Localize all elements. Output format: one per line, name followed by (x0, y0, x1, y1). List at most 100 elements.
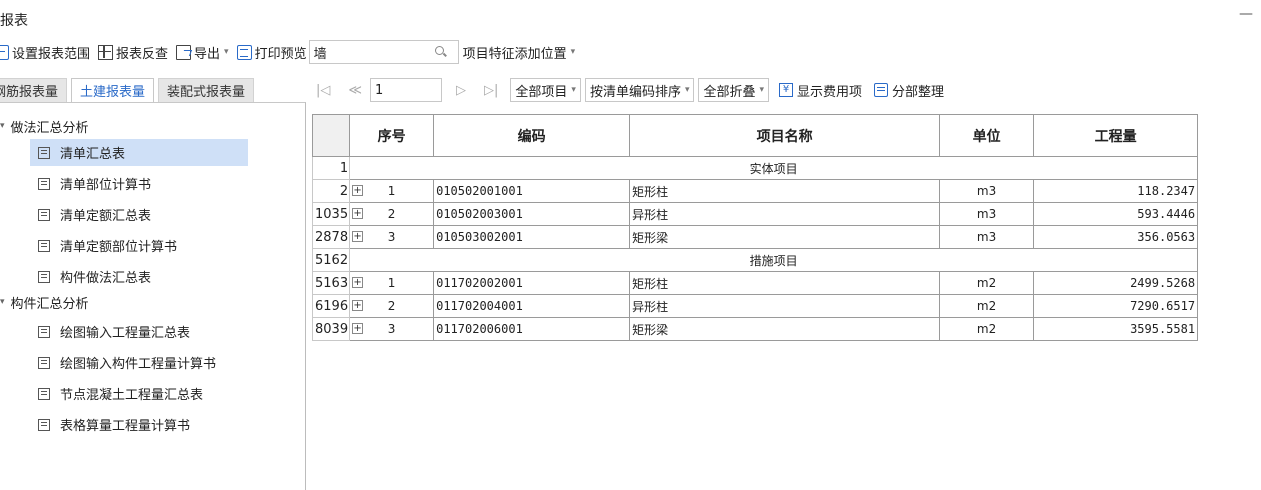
seq-cell: +3 (349, 225, 435, 249)
tree-item-component-method[interactable]: 构件做法汇总表 (30, 263, 248, 290)
page-nav-bar: |◁ ≪ ▷ ▷| 全部项目 ▾ 按清单编码排序 ▾ 全部折叠 ▾ ¥ 显示费用… (316, 76, 1261, 104)
yen-icon: ¥ (779, 83, 794, 97)
minimize-icon[interactable]: — (1239, 6, 1253, 22)
name-cell: 矩形柱 (629, 179, 941, 203)
table-row[interactable]: 1035 +2 010502003001 异形柱 m3 593.4446 (311, 202, 1199, 226)
tree-group-label: 做法汇总分析 (10, 120, 89, 136)
export-button[interactable]: 导出 ▾ (176, 43, 229, 62)
tab-label: 钢筋报表量 (0, 85, 59, 100)
expand-plus-icon[interactable]: + (352, 300, 364, 311)
unit-cell: m2 (939, 317, 1035, 341)
tree-item-label: 构件做法汇总表 (60, 271, 152, 286)
feature-position-dropdown[interactable]: 项目特征添加位置 ▾ (463, 43, 576, 62)
print-preview-button[interactable]: 打印预览 (236, 43, 307, 62)
unit-cell: m3 (939, 202, 1035, 226)
row-number: 2 (311, 179, 351, 203)
unit-cell: m3 (939, 225, 1035, 249)
show-fee-button[interactable]: ¥ 显示费用项 (779, 81, 862, 100)
report-check-label: 报表反查 (116, 46, 169, 62)
expand-plus-icon[interactable]: + (352, 323, 364, 334)
name-cell: 矩形柱 (629, 271, 941, 295)
column-header-qty[interactable]: 工程量 (1033, 114, 1199, 157)
scope-dropdown[interactable]: 全部项目 ▾ (510, 78, 581, 102)
table-row[interactable]: 5163 +1 011702002001 矩形柱 m2 2499.5268 (311, 271, 1199, 295)
qty-cell: 356.0563 (1033, 225, 1199, 249)
sort-dropdown[interactable]: 按清单编码排序 ▾ (584, 78, 695, 102)
table-header-row: 序号 编码 项目名称 单位 工程量 (311, 114, 1199, 157)
seq-value: 2 (387, 207, 396, 221)
tree-item-node-concrete[interactable]: 节点混凝土工程量汇总表 (30, 380, 248, 407)
collapse-arrow-icon[interactable]: ▾ (0, 121, 5, 131)
section-row[interactable]: 5162 措施项目 (311, 248, 1199, 272)
seq-value: 3 (387, 322, 396, 336)
expand-plus-icon[interactable]: + (352, 185, 364, 196)
last-page-icon[interactable]: ▷| (484, 83, 498, 98)
qty-cell: 7290.6517 (1033, 294, 1199, 318)
table-row[interactable]: 6196 +2 011702004001 异形柱 m2 7290.6517 (311, 294, 1199, 318)
chevron-down-icon: ▾ (570, 47, 576, 57)
set-range-button[interactable]: 设置报表范围 (0, 43, 90, 62)
tab-rebar-report[interactable]: 钢筋报表量 (0, 78, 68, 102)
tree-item-drawing-summary[interactable]: 绘图输入工程量汇总表 (30, 318, 248, 345)
tree-item-drawing-component[interactable]: 绘图输入构件工程量计算书 (30, 349, 248, 376)
first-page-icon[interactable]: |◁ (316, 83, 330, 98)
tree-item-label: 清单定额汇总表 (60, 209, 152, 224)
prev-page-icon[interactable]: ≪ (348, 83, 362, 98)
tree-item-bill-quota-summary[interactable]: 清单定额汇总表 (30, 201, 248, 228)
tree-item-bill-summary[interactable]: 清单汇总表 (30, 139, 248, 166)
search-input[interactable] (309, 41, 435, 63)
tree-item-label: 节点混凝土工程量汇总表 (60, 388, 204, 403)
expand-plus-icon[interactable]: + (352, 277, 364, 288)
tab-civil-report[interactable]: 土建报表量 (71, 78, 155, 102)
table-row[interactable]: 2878 +3 010503002001 矩形梁 m3 356.0563 (311, 225, 1199, 249)
seq-value: 2 (387, 299, 396, 313)
chevron-down-icon: ▾ (759, 85, 765, 95)
chevron-down-icon: ▾ (684, 85, 690, 95)
seq-cell: +1 (349, 271, 435, 295)
fold-label: 全部折叠 (703, 84, 756, 100)
tree-item-table-calc[interactable]: 表格算量工程量计算书 (30, 411, 248, 438)
report-check-button[interactable]: 报表反查 (98, 43, 168, 62)
column-header-name[interactable]: 项目名称 (629, 114, 941, 157)
section-title: 措施项目 (349, 248, 1199, 272)
name-cell: 矩形梁 (629, 317, 941, 341)
column-header-unit[interactable]: 单位 (939, 114, 1035, 157)
section-arrange-button[interactable]: 分部整理 (874, 81, 944, 100)
tab-prefab-report[interactable]: 装配式报表量 (158, 78, 255, 102)
export-label: 导出 (194, 46, 221, 62)
collapse-arrow-icon[interactable]: ▾ (0, 297, 5, 307)
feature-position-label: 项目特征添加位置 (462, 46, 567, 62)
print-preview-label: 打印预览 (254, 46, 307, 62)
column-header-code[interactable]: 编码 (433, 114, 631, 157)
tree-item-label: 表格算量工程量计算书 (60, 419, 191, 434)
expand-plus-icon[interactable]: + (352, 208, 364, 219)
column-header-seq[interactable]: 序号 (349, 114, 435, 157)
tree-group-method-summary[interactable]: ▾ 做法汇总分析 (0, 115, 89, 137)
row-number: 2878 (311, 225, 351, 249)
name-cell: 异形柱 (629, 202, 941, 226)
qty-cell: 3595.5581 (1033, 317, 1199, 341)
corner-cell (311, 114, 351, 157)
report-grid: 序号 编码 项目名称 单位 工程量 1 实体项目 2 +1 0105020010… (311, 114, 1199, 341)
tree-item-label: 绘图输入构件工程量计算书 (60, 357, 217, 372)
expand-plus-icon[interactable]: + (352, 231, 364, 242)
grid-icon (98, 44, 114, 60)
tree-item-bill-quota-location[interactable]: 清单定额部位计算书 (30, 232, 248, 259)
scope-label: 全部项目 (515, 84, 568, 100)
next-page-icon[interactable]: ▷ (456, 83, 466, 98)
document-icon (38, 270, 50, 283)
fold-dropdown[interactable]: 全部折叠 ▾ (698, 78, 770, 102)
tree-item-bill-location[interactable]: 清单部位计算书 (30, 170, 248, 197)
show-fee-label: 显示费用项 (797, 84, 863, 100)
seq-value: 3 (387, 230, 396, 244)
document-icon (38, 239, 50, 252)
document-icon (38, 325, 50, 338)
section-arrange-label: 分部整理 (892, 84, 945, 100)
seq-cell: +2 (349, 294, 435, 318)
search-icon[interactable] (434, 46, 447, 58)
table-row[interactable]: 2 +1 010502001001 矩形柱 m3 118.2347 (311, 179, 1199, 203)
page-number-input[interactable] (370, 78, 442, 102)
table-row[interactable]: 8039 +3 011702006001 矩形梁 m2 3595.5581 (311, 317, 1199, 341)
section-row[interactable]: 1 实体项目 (311, 156, 1199, 180)
tree-group-component-summary[interactable]: ▾ 构件汇总分析 (0, 291, 89, 313)
